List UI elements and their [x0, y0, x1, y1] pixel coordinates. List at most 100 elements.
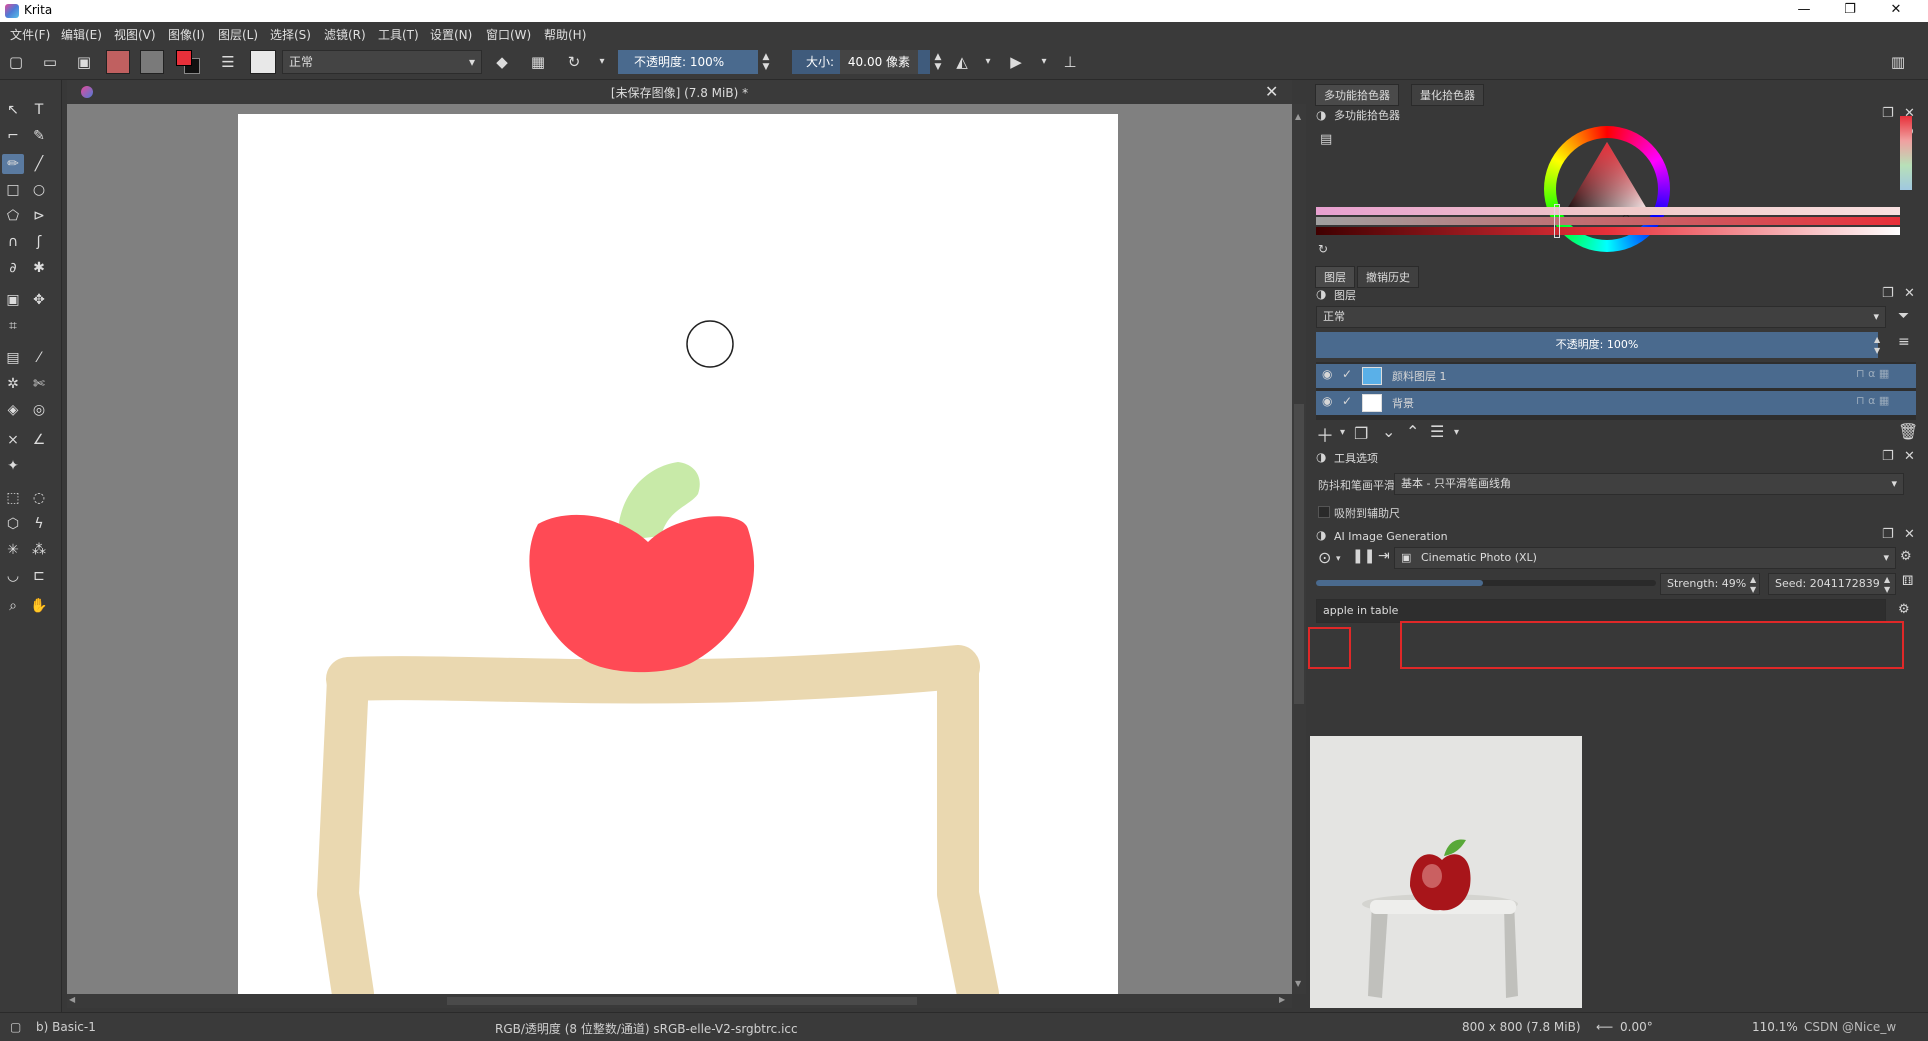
menu-view[interactable]: 视图(V)	[114, 26, 156, 43]
reference-images-icon[interactable]: ✦	[2, 456, 24, 476]
seed-field[interactable]: Seed: 2041172839	[1768, 573, 1896, 595]
select-shapes-icon[interactable]: ↖	[2, 100, 24, 120]
new-document-icon[interactable]: ▢	[6, 52, 26, 72]
similar-select-icon[interactable]: ⁂	[28, 540, 50, 560]
strength-spinner[interactable]: ▲ ▼	[1750, 575, 1756, 595]
strength-field[interactable]: Strength: 49%	[1660, 573, 1760, 595]
menu-window[interactable]: 窗口(W)	[486, 26, 531, 43]
filter-icon[interactable]: ⏷	[1898, 308, 1909, 324]
rotation-icon[interactable]: ⟵	[1596, 1020, 1613, 1034]
close-button[interactable]: ✕	[1873, 0, 1919, 22]
value-slider[interactable]	[1316, 227, 1900, 235]
move-layer-up-icon[interactable]: ⌃	[1406, 422, 1419, 441]
color-history-strip[interactable]	[1900, 116, 1912, 190]
reset-color-icon[interactable]: ↻	[1318, 242, 1328, 256]
float-panel-icon[interactable]: ❐	[1882, 286, 1894, 301]
opacity-spinner[interactable]: ▲ ▼	[756, 52, 776, 72]
chevron-down-icon[interactable]: ▾	[1336, 554, 1341, 564]
calligraphy-icon[interactable]: ✎	[28, 126, 50, 146]
layer-lock-icon[interactable]: ⊓ α ▦	[1856, 367, 1889, 380]
brush-preview[interactable]	[250, 50, 276, 74]
fill-tool-icon[interactable]: ◈	[2, 400, 24, 420]
chevron-down-icon[interactable]: ▾	[592, 52, 612, 72]
polygon-tool-icon[interactable]: ⬠	[2, 206, 24, 226]
mirror-vertical-icon[interactable]: ▶	[1006, 52, 1026, 72]
horizontal-scrollbar[interactable]: ◀ ▶	[67, 994, 1292, 1008]
prompt-options-icon[interactable]: ⚙	[1898, 602, 1910, 617]
scroll-thumb[interactable]	[447, 997, 917, 1005]
move-tool-icon[interactable]: ✥	[28, 290, 50, 310]
text-tool-icon[interactable]: T	[28, 100, 50, 120]
panel-lock-icon[interactable]: ◑	[1316, 287, 1326, 301]
size-spinner[interactable]: ▲ ▼	[928, 52, 948, 72]
layer-check-icon[interactable]: ✓	[1342, 394, 1352, 408]
size-field[interactable]: 大小: 40.00 像素	[792, 50, 930, 74]
queue-icon[interactable]: ⇥	[1378, 548, 1390, 564]
opacity-field[interactable]: 不透明度: 100%	[618, 50, 758, 74]
saturation-slider[interactable]	[1316, 217, 1900, 225]
blend-mode-dropdown[interactable]: 正常 ▾	[282, 50, 482, 74]
scroll-thumb[interactable]	[1294, 404, 1304, 704]
menu-file[interactable]: 文件(F)	[10, 26, 50, 43]
vertical-scrollbar[interactable]: ▲ ▼	[1292, 104, 1306, 994]
seed-spinner[interactable]: ▲ ▼	[1884, 575, 1890, 595]
layer-name[interactable]: 颜料图层 1	[1392, 368, 1447, 384]
crop-tool-icon[interactable]: ⌗	[2, 316, 24, 336]
tab-advanced-color-selector[interactable]: 多功能拾色器	[1315, 84, 1399, 106]
freehand-select-icon[interactable]: ϟ	[28, 514, 50, 534]
canvas-viewport[interactable]	[67, 104, 1292, 994]
brush-tool-icon[interactable]: ✏	[2, 154, 24, 174]
ellipse-select-icon[interactable]: ◌	[28, 488, 50, 508]
tab-layers[interactable]: 图层	[1315, 266, 1355, 288]
strength-slider[interactable]	[1316, 580, 1656, 586]
layer-opacity-spinner[interactable]: ▲ ▼	[1874, 334, 1880, 356]
multibrush-icon[interactable]: ✱	[28, 258, 50, 278]
scroll-right-icon[interactable]: ▶	[1279, 995, 1285, 1004]
mirror-horizontal-icon[interactable]: ◭	[952, 52, 972, 72]
line-tool-icon[interactable]: ╱	[28, 154, 50, 174]
prompt-input[interactable]: apple in table	[1316, 599, 1886, 623]
snap-checkbox[interactable]	[1318, 506, 1330, 518]
color-picker-icon[interactable]: ⁄	[28, 348, 50, 368]
transform-tool-icon[interactable]: ▣	[2, 290, 24, 310]
save-icon[interactable]: ▣	[74, 52, 94, 72]
minimize-button[interactable]: —	[1781, 0, 1827, 22]
zoom-value[interactable]: 110.1%	[1752, 1020, 1798, 1034]
generated-image-preview[interactable]	[1310, 736, 1582, 1008]
duplicate-layer-icon[interactable]: ❐	[1354, 424, 1368, 443]
freehand-path-icon[interactable]: ʃ	[28, 232, 50, 252]
scroll-down-icon[interactable]: ▼	[1295, 979, 1301, 988]
move-layer-down-icon[interactable]: ⌄	[1382, 422, 1395, 441]
scroll-left-icon[interactable]: ◀	[69, 995, 75, 1004]
chevron-down-icon[interactable]: ▾	[978, 52, 998, 72]
open-folder-icon[interactable]: ▭	[40, 52, 60, 72]
style-dropdown[interactable]: ▣ Cinematic Photo (XL) ▾	[1394, 547, 1896, 569]
visibility-eye-icon[interactable]: ◉	[1322, 394, 1332, 408]
close-panel-icon[interactable]: ✕	[1904, 449, 1915, 464]
colorize-mask-icon[interactable]: ✲	[2, 374, 24, 394]
measure-tool-icon[interactable]: ∠	[28, 430, 50, 450]
menu-settings[interactable]: 设置(N)	[430, 26, 472, 43]
bezier-select-icon[interactable]: ◡	[2, 566, 24, 586]
smart-patch-icon[interactable]: ✄	[28, 374, 50, 394]
pause-icon[interactable]: ❚❚	[1352, 548, 1375, 564]
layer-properties-icon[interactable]: ☰	[1430, 422, 1444, 441]
float-panel-icon[interactable]: ❐	[1882, 449, 1894, 464]
close-panel-icon[interactable]: ✕	[1904, 527, 1915, 542]
close-document-icon[interactable]: ✕	[1265, 82, 1278, 101]
wrap-around-icon[interactable]: ⊥	[1060, 52, 1080, 72]
random-seed-icon[interactable]: ⚅	[1902, 574, 1913, 589]
generate-play-icon[interactable]: ⊙	[1318, 548, 1331, 567]
style-settings-icon[interactable]: ⚙	[1900, 549, 1912, 564]
color-settings-icon[interactable]: ▤	[1320, 132, 1332, 147]
eraser-icon[interactable]: ◆	[492, 52, 512, 72]
chevron-down-icon[interactable]: ▾	[1340, 427, 1345, 438]
layer-opacity-slider[interactable]: 不透明度: 100%	[1316, 332, 1878, 358]
tab-undo-history[interactable]: 撤销历史	[1357, 266, 1419, 288]
pattern-swatch[interactable]	[106, 50, 130, 74]
ellipse-tool-icon[interactable]: ○	[28, 180, 50, 200]
panel-lock-icon[interactable]: ◑	[1316, 528, 1326, 542]
rect-select-icon[interactable]: ⬚	[2, 488, 24, 508]
magnetic-select-icon[interactable]: ⊏	[28, 566, 50, 586]
chevron-down-icon[interactable]: ▾	[1454, 427, 1459, 438]
